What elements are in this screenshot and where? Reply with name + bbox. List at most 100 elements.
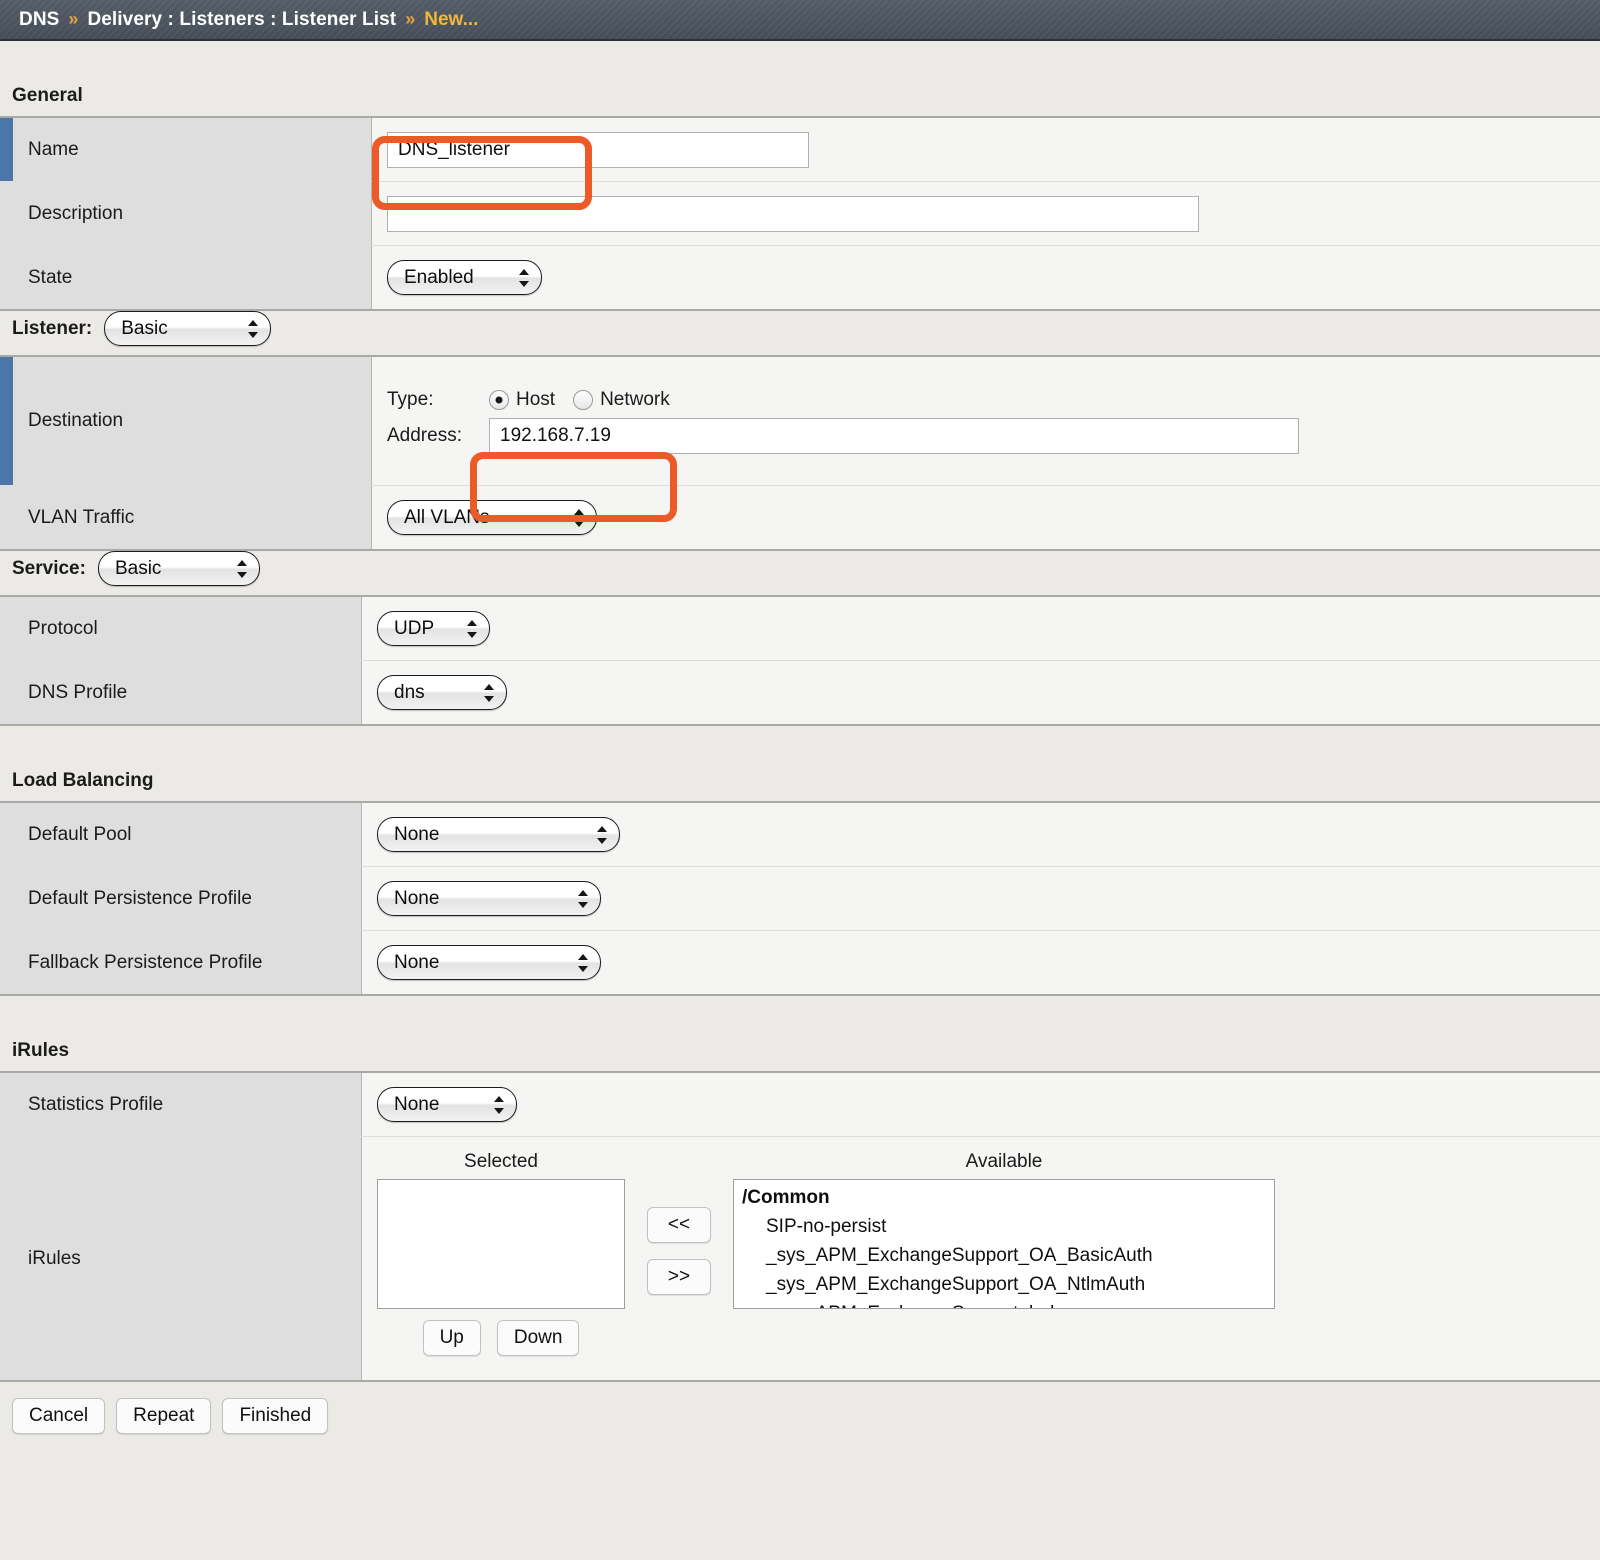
state-label: State bbox=[0, 246, 372, 309]
irules-list-body: Up Down << >> /Common SIP-no-persist _sys… bbox=[377, 1179, 1600, 1356]
selected-listbox[interactable] bbox=[377, 1179, 625, 1309]
destination-address-label: Address: bbox=[387, 424, 462, 446]
state-select-value: Enabled bbox=[404, 266, 474, 288]
radio-network-icon[interactable] bbox=[573, 389, 594, 410]
chevron-updown-icon bbox=[519, 268, 530, 288]
breadcrumb: DNS » Delivery : Listeners : Listener Li… bbox=[0, 0, 1600, 41]
reorder-buttons: Up Down bbox=[377, 1320, 625, 1356]
chevron-updown-icon bbox=[574, 508, 585, 528]
available-list-header: Available bbox=[965, 1151, 1043, 1172]
row-vlan-traffic: VLAN Traffic All VLANs bbox=[0, 486, 1600, 549]
fallback-persistence-select[interactable]: None bbox=[377, 945, 601, 980]
dns-profile-value-cell: dns bbox=[362, 661, 1600, 724]
available-list-item[interactable]: _sys_APM_ExchangeSupport_OA_NtlmAuth bbox=[738, 1270, 1274, 1299]
name-input[interactable] bbox=[387, 131, 809, 168]
service-table: Protocol UDP DNS Profile dns bbox=[0, 595, 1600, 726]
description-label: Description bbox=[0, 182, 372, 245]
default-persistence-label: Default Persistence Profile bbox=[0, 867, 362, 930]
protocol-label: Protocol bbox=[0, 597, 362, 660]
row-description: Description bbox=[0, 182, 1600, 246]
repeat-button[interactable]: Repeat bbox=[116, 1398, 212, 1434]
chevron-updown-icon bbox=[467, 619, 478, 639]
irules-section-title: iRules bbox=[12, 1040, 70, 1061]
available-group-label: /Common bbox=[742, 1187, 830, 1208]
radio-host-icon[interactable] bbox=[489, 389, 509, 410]
description-input[interactable] bbox=[387, 195, 1199, 232]
available-listbox[interactable]: /Common SIP-no-persist _sys_APM_ExchangeS… bbox=[733, 1179, 1275, 1309]
move-down-button[interactable]: Down bbox=[496, 1320, 580, 1356]
move-right-button[interactable]: >> bbox=[646, 1258, 712, 1295]
service-mode-select[interactable]: Basic bbox=[97, 551, 260, 586]
service-section-label: Service: bbox=[12, 557, 86, 579]
chevron-updown-icon bbox=[248, 319, 259, 339]
destination-address-line: Address: bbox=[387, 417, 1600, 454]
state-value-cell: Enabled bbox=[372, 246, 1600, 309]
dns-profile-label: DNS Profile bbox=[0, 661, 362, 724]
default-pool-value: None bbox=[394, 823, 440, 845]
row-protocol: Protocol UDP bbox=[0, 597, 1600, 661]
finished-button[interactable]: Finished bbox=[222, 1398, 329, 1434]
listener-new-page: DNS » Delivery : Listeners : Listener Li… bbox=[0, 0, 1600, 1560]
default-pool-value-cell: None bbox=[362, 803, 1600, 866]
breadcrumb-separator-icon: » bbox=[68, 9, 79, 29]
transfer-buttons: << >> bbox=[625, 1179, 733, 1295]
available-list-item[interactable]: _sys_APM_ExchangeSupport_OA_BasicAuth bbox=[738, 1241, 1274, 1270]
destination-type-line: Type: Host Network bbox=[387, 389, 1600, 411]
destination-label: Destination bbox=[0, 357, 372, 485]
fallback-persistence-label: Fallback Persistence Profile bbox=[0, 931, 362, 994]
listener-section-label: Listener: bbox=[12, 317, 93, 339]
listener-mode-value: Basic bbox=[121, 317, 168, 339]
listener-mode-select[interactable]: Basic bbox=[104, 311, 272, 346]
row-state: State Enabled bbox=[0, 246, 1600, 309]
default-persistence-value: None bbox=[394, 887, 440, 909]
row-statistics-profile: Statistics Profile None bbox=[0, 1073, 1600, 1137]
state-select[interactable]: Enabled bbox=[387, 260, 542, 295]
fallback-persistence-value: None bbox=[394, 951, 440, 973]
destination-type-network-label: Network bbox=[600, 388, 670, 410]
destination-type-label: Type: bbox=[387, 388, 434, 410]
destination-address-input[interactable] bbox=[489, 417, 1299, 454]
chevron-updown-icon bbox=[236, 559, 248, 579]
statistics-profile-label: Statistics Profile bbox=[0, 1073, 362, 1136]
irules-list-headers: Selected Available bbox=[377, 1151, 1600, 1173]
vlan-traffic-value-cell: All VLANs bbox=[372, 486, 1600, 549]
service-mode-value: Basic bbox=[114, 557, 162, 579]
listener-section-header: Listener: Basic bbox=[0, 311, 1600, 355]
name-value-cell bbox=[372, 118, 1600, 181]
row-destination: Destination Type: Host Network Address: … bbox=[0, 357, 1600, 486]
protocol-select[interactable]: UDP bbox=[377, 611, 490, 646]
load-balancing-section-title: Load Balancing bbox=[12, 770, 154, 791]
statistics-profile-select[interactable]: None bbox=[377, 1087, 517, 1122]
vlan-traffic-select[interactable]: All VLANs bbox=[387, 500, 597, 535]
destination-type-host-label: Host bbox=[516, 388, 556, 410]
vlan-traffic-label: VLAN Traffic bbox=[0, 486, 372, 549]
description-value-cell bbox=[372, 182, 1600, 245]
available-list-item[interactable]: _sys_APM_ExchangeSupport_helper bbox=[738, 1299, 1274, 1308]
move-up-button[interactable]: Up bbox=[422, 1320, 481, 1356]
chevron-updown-icon bbox=[578, 889, 589, 909]
general-table: Name Description State Enabled bbox=[0, 116, 1600, 311]
fallback-persistence-value-cell: None bbox=[362, 931, 1600, 994]
dns-profile-select[interactable]: dns bbox=[377, 675, 507, 710]
breadcrumb-path[interactable]: Delivery : Listeners : Listener List bbox=[87, 9, 396, 31]
destination-type-network-option[interactable]: Network bbox=[573, 389, 670, 411]
destination-value-cell: Type: Host Network Address: bbox=[372, 357, 1600, 485]
chevron-updown-icon bbox=[597, 825, 608, 845]
default-pool-select[interactable]: None bbox=[377, 817, 620, 852]
service-section-header: Service: Basic bbox=[0, 551, 1600, 595]
selected-list-header: Selected bbox=[464, 1151, 538, 1172]
breadcrumb-root[interactable]: DNS bbox=[19, 9, 59, 31]
row-irules: iRules Selected Available Up Down << >> … bbox=[0, 1137, 1600, 1380]
available-list-item[interactable]: SIP-no-persist bbox=[738, 1212, 1274, 1241]
load-balancing-table: Default Pool None Default Persistence Pr… bbox=[0, 801, 1600, 996]
chevron-updown-icon bbox=[484, 683, 495, 703]
cancel-button[interactable]: Cancel bbox=[12, 1398, 106, 1434]
general-section-title: General bbox=[12, 85, 83, 106]
name-label: Name bbox=[0, 118, 372, 181]
breadcrumb-separator-icon-2: » bbox=[405, 9, 416, 29]
destination-type-host-option[interactable]: Host bbox=[489, 389, 555, 411]
default-persistence-select[interactable]: None bbox=[377, 881, 601, 916]
chevron-updown-icon bbox=[578, 953, 589, 973]
move-left-button[interactable]: << bbox=[646, 1207, 712, 1243]
footer-buttons: Cancel Repeat Finished bbox=[0, 1382, 1600, 1434]
